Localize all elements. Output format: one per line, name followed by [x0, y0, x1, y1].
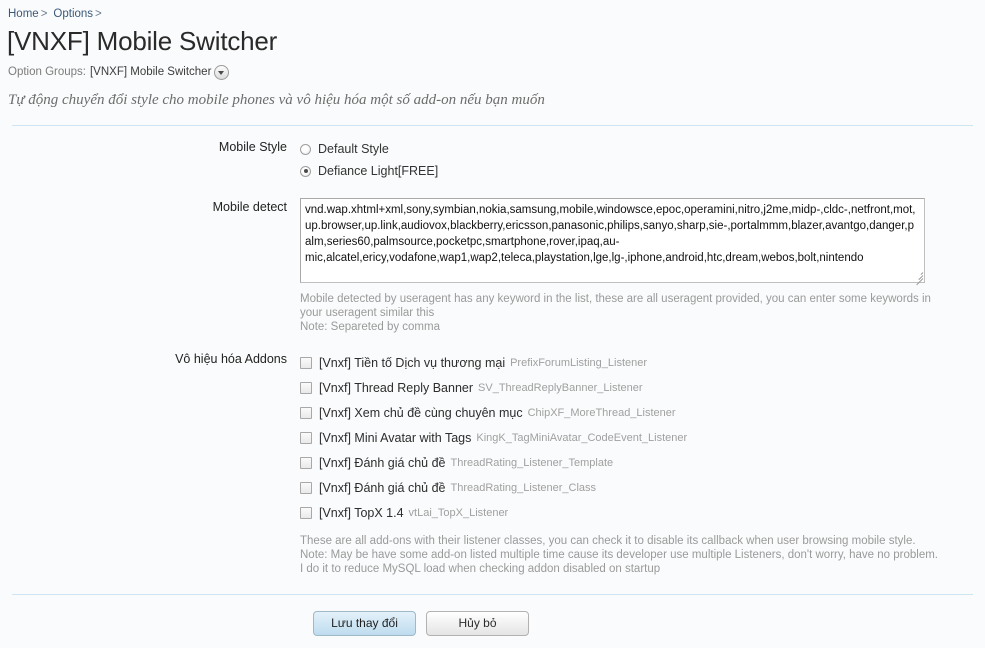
radio-label: Default Style: [318, 141, 389, 156]
radio-option-defiance-light[interactable]: Defiance Light[FREE]: [300, 160, 985, 182]
addon-checkbox-list: [Vnxf] Tiền tố Dịch vụ thương mại Prefix…: [300, 350, 985, 525]
addon-listener-class: PrefixForumListing_Listener: [510, 356, 648, 369]
list-item[interactable]: [Vnxf] Đánh giá chủ đề ThreadRating_List…: [300, 450, 985, 475]
row-mobile-detect: Mobile detect Mobile detected by userage…: [0, 198, 985, 334]
breadcrumb-separator: >: [40, 8, 48, 20]
label-mobile-detect: Mobile detect: [212, 200, 287, 214]
addon-listener-class: ThreadRating_Listener_Class: [450, 481, 597, 494]
checkbox-icon[interactable]: [300, 506, 312, 519]
hint-line: Mobile detected by useragent has any key…: [300, 293, 931, 319]
option-groups-label: Option Groups:: [8, 66, 86, 78]
addon-listener-class: ThreadRating_Listener_Template: [450, 456, 614, 469]
page-description: Tự động chuyển đổi style cho mobile phon…: [8, 92, 545, 108]
list-item[interactable]: [Vnxf] Mini Avatar with Tags KingK_TagMi…: [300, 425, 985, 450]
addon-listener-class: SV_ThreadReplyBanner_Listener: [478, 381, 643, 394]
option-groups-selector[interactable]: Option Groups: [VNXF] Mobile Switcher: [8, 65, 985, 80]
chevron-down-circle-icon[interactable]: [214, 65, 230, 80]
list-item[interactable]: [Vnxf] TopX 1.4 vtLai_TopX_Listener: [300, 500, 985, 525]
checkbox-icon[interactable]: [300, 481, 312, 494]
options-form: Mobile Style Default Style Defiance Ligh…: [0, 126, 985, 576]
breadcrumb-link-home[interactable]: Home: [8, 8, 39, 20]
checkbox-icon[interactable]: [300, 456, 312, 469]
cancel-button[interactable]: Hủy bỏ: [426, 611, 529, 636]
addon-label: [Vnxf] Mini Avatar with Tags: [319, 430, 472, 445]
label-disable-addons: Vô hiệu hóa Addons: [175, 352, 287, 366]
addon-label: [Vnxf] TopX 1.4: [319, 505, 404, 520]
list-item[interactable]: [Vnxf] Tiền tố Dịch vụ thương mại Prefix…: [300, 350, 985, 375]
field-mobile-style: Default Style Defiance Light[FREE]: [300, 138, 985, 182]
field-mobile-detect: Mobile detected by useragent has any key…: [300, 198, 985, 334]
list-item[interactable]: [Vnxf] Thread Reply Banner SV_ThreadRepl…: [300, 375, 985, 400]
addon-listener-class: vtLai_TopX_Listener: [408, 506, 509, 519]
addon-label: [Vnxf] Đánh giá chủ đề: [319, 480, 446, 495]
save-button[interactable]: Lưu thay đổi: [313, 611, 416, 636]
radio-label: Defiance Light[FREE]: [318, 163, 439, 178]
divider-bottom: [12, 594, 973, 595]
checkbox-icon[interactable]: [300, 431, 312, 444]
radio-option-default-style[interactable]: Default Style: [300, 138, 985, 160]
breadcrumb-link-options[interactable]: Options: [53, 8, 93, 20]
list-item[interactable]: [Vnxf] Đánh giá chủ đề ThreadRating_List…: [300, 475, 985, 500]
radio-icon-selected[interactable]: [300, 165, 311, 177]
breadcrumb-separator: >: [95, 8, 102, 20]
option-groups-value: [VNXF] Mobile Switcher: [89, 66, 212, 78]
addon-label: [Vnxf] Thread Reply Banner: [319, 380, 474, 395]
field-disable-addons: [Vnxf] Tiền tố Dịch vụ thương mại Prefix…: [300, 350, 985, 576]
breadcrumb: Home > Options >: [0, 0, 985, 21]
addon-label: [Vnxf] Đánh giá chủ đề: [319, 455, 446, 470]
page-title: [VNXF] Mobile Switcher: [7, 26, 278, 56]
mobile-detect-hint: Mobile detected by useragent has any key…: [300, 292, 940, 334]
addon-listener-class: ChipXF_MoreThread_Listener: [527, 406, 676, 419]
radio-icon[interactable]: [300, 143, 311, 155]
checkbox-icon[interactable]: [300, 406, 312, 419]
form-actions: Lưu thay đổi Hủy bỏ: [0, 611, 985, 636]
hint-line: Note: Separeted by comma: [300, 321, 440, 333]
list-item[interactable]: [Vnxf] Xem chủ đề cùng chuyên mục ChipXF…: [300, 400, 985, 425]
addon-label: [Vnxf] Tiền tố Dịch vụ thương mại: [319, 355, 506, 370]
disable-addons-hint: These are all add-ons with their listene…: [300, 534, 940, 576]
hint-line: Note: May be have some add-on listed mul…: [300, 549, 938, 575]
mobile-detect-input[interactable]: [300, 198, 925, 283]
options-page: Home > Options > [VNXF] Mobile Switcher Opt…: [0, 0, 985, 648]
mobile-detect-textarea-wrap: [300, 198, 925, 286]
row-mobile-style: Mobile Style Default Style Defiance Ligh…: [0, 138, 985, 182]
row-disable-addons: Vô hiệu hóa Addons [Vnxf] Tiền tố Dịch v…: [0, 350, 985, 576]
hint-line: These are all add-ons with their listene…: [300, 535, 916, 547]
checkbox-icon[interactable]: [300, 356, 312, 369]
label-mobile-style: Mobile Style: [218, 140, 287, 154]
addon-listener-class: KingK_TagMiniAvatar_CodeEvent_Listener: [476, 431, 688, 444]
addon-label: [Vnxf] Xem chủ đề cùng chuyên mục: [319, 405, 523, 420]
checkbox-icon[interactable]: [300, 381, 312, 394]
